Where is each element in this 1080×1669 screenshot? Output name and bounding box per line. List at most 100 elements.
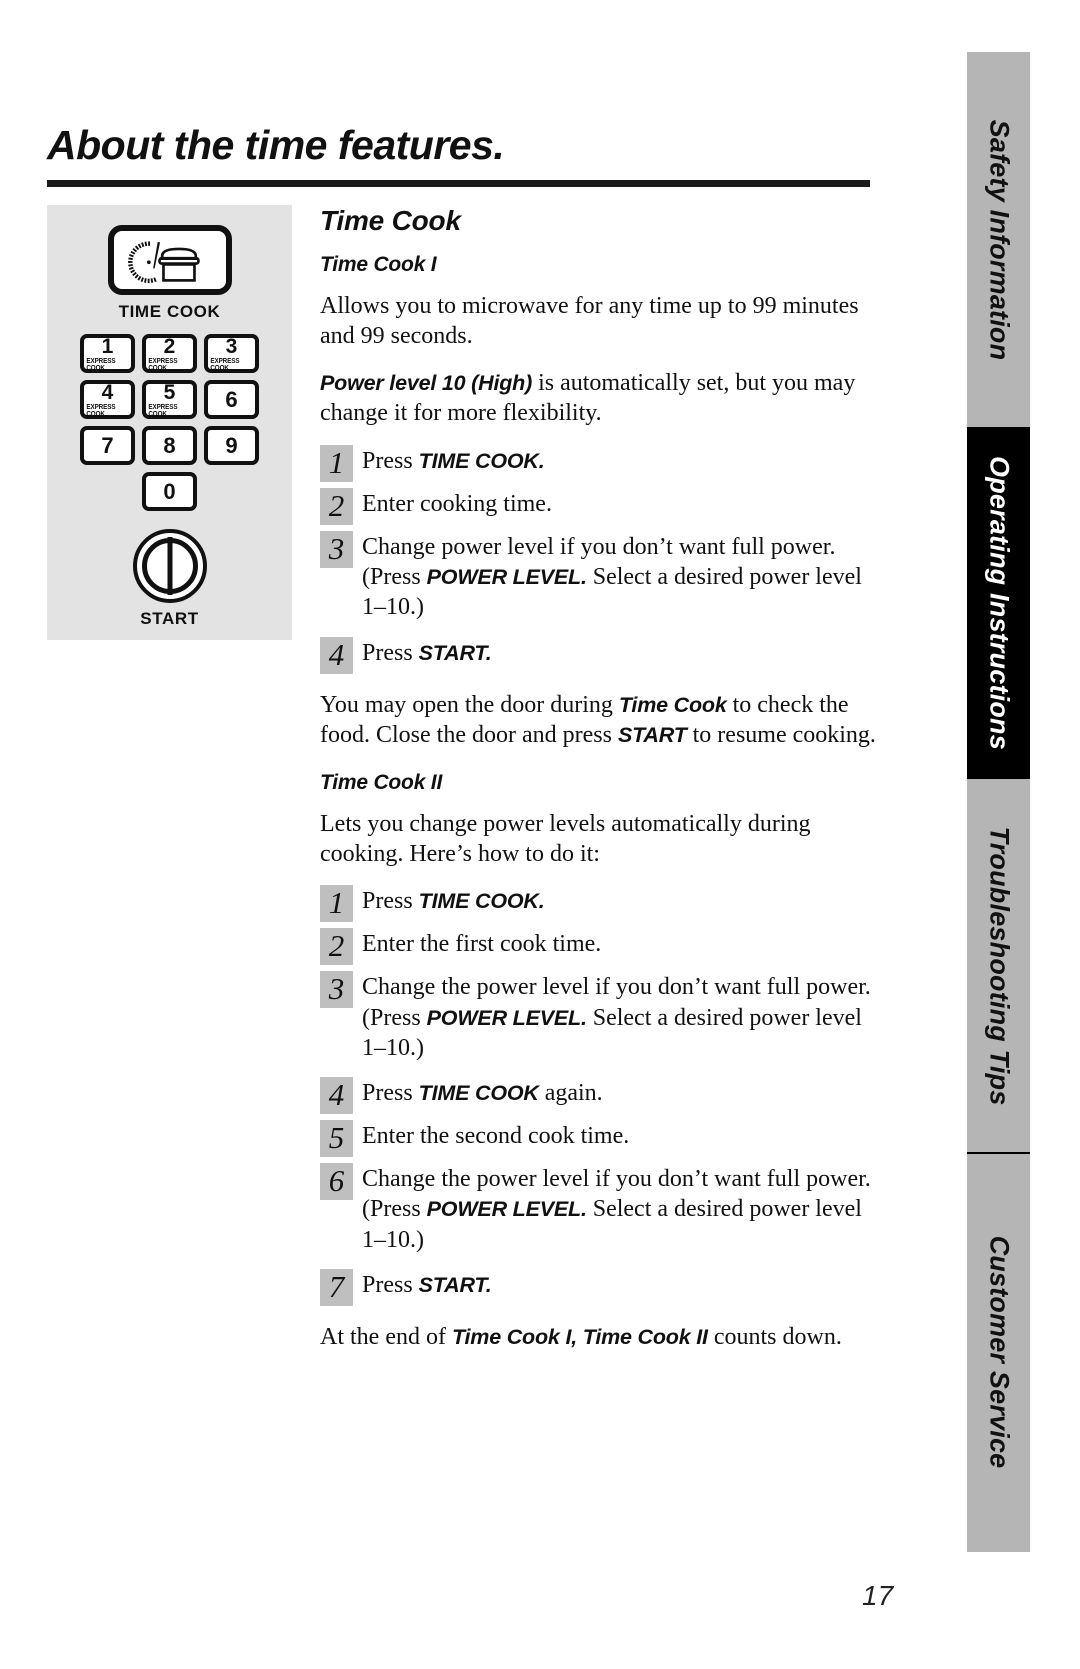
step-bold: START.	[418, 1272, 492, 1297]
time-cook-1-steps: 1 Press TIME COOK. 2 Enter cooking time.…	[320, 444, 880, 674]
key-2-digit: 2	[163, 334, 176, 358]
step-pre: Enter the first cook time.	[362, 931, 602, 958]
power-start-icon	[141, 537, 198, 595]
key-7[interactable]: 7	[80, 426, 135, 465]
key-3-sublabel: EXPRESS COOK	[210, 357, 240, 372]
list-item: 3 Change the power level if you don’t wa…	[320, 971, 880, 1063]
time-cook-button[interactable]	[107, 225, 232, 295]
step-number: 4	[320, 1077, 353, 1115]
step-text: Enter the first cook time.	[362, 928, 601, 959]
key-8[interactable]: 8	[142, 426, 197, 465]
step-text: Press TIME COOK again.	[362, 1077, 603, 1108]
key-9[interactable]: 9	[204, 426, 259, 465]
time-cook-1-door-note: You may open the door during Time Cook t…	[320, 690, 880, 751]
note-bold1: Time Cook	[618, 692, 727, 717]
step-pre: Press	[362, 447, 419, 474]
key-0[interactable]: 0	[142, 472, 197, 511]
key-3[interactable]: 3 EXPRESS COOK	[204, 334, 259, 373]
page-title: About the time features.	[47, 122, 505, 168]
list-item: 5 Enter the second cook time.	[320, 1120, 880, 1158]
list-item: 4 Press TIME COOK again.	[320, 1077, 880, 1115]
start-button[interactable]	[132, 529, 207, 603]
step-number: 6	[320, 1163, 353, 1201]
start-button-group: START	[132, 529, 207, 629]
step-pre: Press	[362, 1080, 419, 1107]
step-number: 4	[320, 636, 353, 674]
time-cook-2-intro: Lets you change power levels automatical…	[320, 810, 811, 867]
closing-part2: counts down.	[707, 1323, 842, 1350]
step-text: Press START.	[362, 637, 492, 668]
key-0-digit: 0	[163, 478, 176, 504]
list-item: 7 Press START.	[320, 1268, 880, 1306]
step-pre: Press	[362, 888, 419, 915]
sidebar-tab-safety-information[interactable]: Safety Information	[967, 52, 1030, 427]
key-6[interactable]: 6	[204, 380, 259, 419]
closing-bold: Time Cook I, Time Cook II	[451, 1324, 708, 1349]
section-tab-rail: Safety Information Operating Instruction…	[967, 52, 1030, 1552]
key-3-digit: 3	[225, 334, 238, 358]
sidebar-tab-label: Safety Information	[984, 119, 1014, 360]
step-post: again.	[538, 1080, 603, 1107]
power-level-bold: Power level 10 (High)	[320, 370, 533, 395]
step-text: Change power level if you don’t want ful…	[362, 531, 880, 623]
step-bold: START.	[418, 640, 492, 665]
list-item: 2 Enter cooking time.	[320, 487, 880, 525]
manual-page: About the time features. TIME COOK 1 EXP…	[0, 0, 1080, 1669]
key-7-digit: 7	[101, 432, 114, 458]
section-title: Time Cook	[320, 205, 461, 236]
step-pre: Press	[362, 1271, 419, 1298]
page-number: 17	[862, 1580, 894, 1611]
key-4-sublabel: EXPRESS COOK	[86, 403, 116, 418]
time-cook-1-power-note: Power level 10 (High) is automatically s…	[320, 368, 880, 429]
closing-part1: At the end of	[320, 1323, 452, 1350]
control-panel-illustration: TIME COOK 1 EXPRESS COOK 2 EXPRESS COOK …	[47, 205, 292, 640]
key-2[interactable]: 2 EXPRESS COOK	[142, 334, 197, 373]
step-pre: Press	[362, 639, 419, 666]
list-item: 4 Press START.	[320, 636, 880, 674]
sidebar-tab-troubleshooting-tips[interactable]: Troubleshooting Tips	[967, 779, 1030, 1152]
list-item: 1 Press TIME COOK.	[320, 885, 880, 923]
title-rule	[47, 180, 870, 187]
step-text: Change the power level if you don’t want…	[362, 1163, 880, 1255]
key-5-sublabel: EXPRESS COOK	[148, 403, 178, 418]
step-bold: TIME COOK	[418, 1081, 539, 1106]
sidebar-tab-label: Troubleshooting Tips	[984, 826, 1014, 1105]
step-number: 5	[320, 1120, 353, 1158]
step-number: 7	[320, 1268, 353, 1306]
step-number: 2	[320, 487, 353, 525]
note-part3: to resume cooking.	[686, 722, 876, 749]
step-pre: Enter cooking time.	[362, 490, 552, 517]
start-button-caption: START	[140, 609, 199, 628]
numeric-keypad: 1 EXPRESS COOK 2 EXPRESS COOK 3 EXPRESS …	[80, 334, 260, 465]
subsection-time-cook-1-heading: Time Cook I	[320, 253, 437, 276]
step-text: Press TIME COOK.	[362, 885, 545, 916]
step-number: 1	[320, 885, 353, 923]
key-1-sublabel: EXPRESS COOK	[86, 357, 116, 372]
step-bold: POWER LEVEL.	[426, 565, 587, 590]
list-item: 1 Press TIME COOK.	[320, 444, 880, 482]
step-bold: POWER LEVEL.	[426, 1005, 587, 1030]
sidebar-tab-label: Operating Instructions	[984, 456, 1014, 750]
step-number: 1	[320, 444, 353, 482]
key-4-digit: 4	[101, 380, 114, 404]
key-1[interactable]: 1 EXPRESS COOK	[80, 334, 135, 373]
key-1-digit: 1	[101, 334, 114, 358]
step-bold: TIME COOK.	[418, 448, 545, 473]
key-5-digit: 5	[163, 380, 176, 404]
time-cook-button-caption: TIME COOK	[118, 302, 221, 321]
main-content: Time Cook Time Cook I Allows you to micr…	[320, 205, 880, 1368]
time-cook-1-intro: Allows you to microwave for any time up …	[320, 293, 859, 350]
key-5[interactable]: 5 EXPRESS COOK	[142, 380, 197, 419]
step-bold: TIME COOK.	[418, 889, 545, 914]
key-2-sublabel: EXPRESS COOK	[148, 357, 178, 372]
sidebar-tab-customer-service[interactable]: Customer Service	[967, 1152, 1030, 1552]
key-4[interactable]: 4 EXPRESS COOK	[80, 380, 135, 419]
note-bold2: START	[617, 723, 687, 748]
step-text: Press START.	[362, 1269, 492, 1300]
step-pre: Enter the second cook time.	[362, 1123, 630, 1150]
list-item: 6 Change the power level if you don’t wa…	[320, 1163, 880, 1255]
clock-casserole-icon	[127, 241, 200, 284]
step-text: Enter cooking time.	[362, 488, 552, 519]
sidebar-tab-operating-instructions[interactable]: Operating Instructions	[967, 427, 1030, 779]
time-cook-2-steps: 1 Press TIME COOK. 2 Enter the first coo…	[320, 885, 880, 1306]
